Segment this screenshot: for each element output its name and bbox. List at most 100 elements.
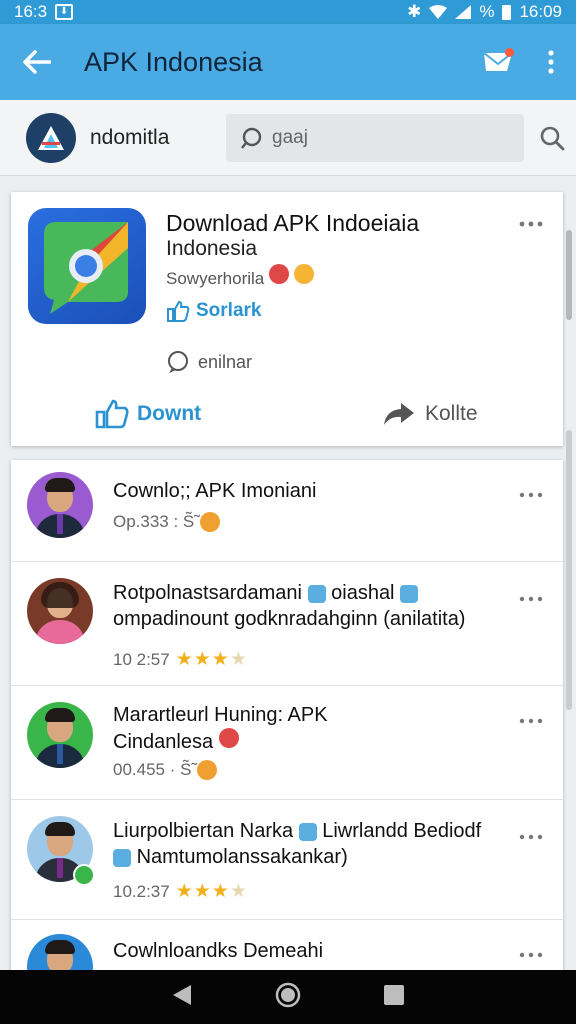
overflow-menu-button[interactable] (526, 24, 576, 100)
item-meta-text: 10 2:57 (113, 649, 170, 669)
online-badge (73, 864, 95, 886)
share-arrow-icon (384, 403, 414, 425)
list-item[interactable]: Rotpolnastsardamani oiashal ompadinount … (11, 562, 563, 686)
logo-a-icon (38, 125, 64, 150)
status-bar: 16:3 ⬇ ✱ % 16:09 (0, 0, 576, 24)
avatar (27, 578, 93, 644)
app-badge-icon (307, 584, 326, 603)
back-button[interactable] (0, 24, 74, 100)
item-title-extra: oiashal (331, 582, 395, 604)
signal-icon (455, 5, 472, 19)
bluetooth-icon: ✱ (407, 2, 422, 21)
featured-title: Download APK Indoeiaia Indonesia (166, 210, 506, 262)
item-title: Liurpolbiertan Narka Liwrlandd Bediodf N… (113, 818, 533, 870)
featured-actions: Downt Kollte (11, 388, 563, 440)
scroll-track (566, 430, 572, 710)
app-icon[interactable] (28, 208, 146, 324)
item-title-extra: Liwrlandd Bediodf (322, 820, 482, 842)
comment-label: enilnar (198, 351, 253, 372)
item-more-button[interactable] (519, 708, 543, 729)
search-button[interactable] (538, 124, 566, 152)
item-meta-text: 00.455 · S̃̃ (113, 760, 192, 779)
item-meta: Op.333 : S̃̃ (113, 512, 221, 532)
app-badge-icon (400, 584, 419, 603)
like-label: Sorlark (196, 300, 262, 321)
comment-icon (168, 351, 188, 373)
item-meta-text: 10.2:37 (113, 881, 170, 901)
battery-percent: % (479, 2, 495, 21)
scroll-thumb[interactable] (566, 230, 572, 320)
search-query: gaaj (272, 126, 308, 148)
comment-button[interactable]: enilnar (166, 350, 252, 374)
featured-more-button[interactable] (519, 210, 543, 233)
featured-title-line1: Download APK Indoeiaia (166, 210, 420, 236)
app-badge-icon (113, 848, 131, 867)
emoji-icon (200, 512, 221, 532)
more-horiz-icon (519, 492, 543, 498)
verified-icon (218, 728, 239, 748)
download-button[interactable]: Downt (95, 399, 201, 429)
featured-subtitle-text: Sowyerhorila (166, 269, 265, 288)
item-more-button[interactable] (519, 942, 543, 963)
download-label: Downt (137, 402, 202, 425)
app-badge-icon (298, 822, 317, 841)
thumbs-up-outline-icon (95, 399, 129, 429)
item-title: Cownlo;; APK Imoniani (113, 478, 513, 504)
scrollbar[interactable] (566, 210, 572, 710)
search-row: ndomitla gaaj (0, 100, 576, 176)
item-title-main: Rotpolnastsardamani (113, 582, 302, 604)
emoji-smile-icon (293, 264, 314, 284)
avatar (27, 702, 93, 768)
share-button[interactable]: Kollte (383, 402, 478, 426)
more-vert-icon (548, 50, 554, 74)
item-more-button[interactable] (519, 482, 543, 503)
item-title-main: Liurpolbiertan Narka (113, 820, 294, 842)
item-title-line2: Namtumolanssakankar) (113, 844, 533, 870)
avatar (27, 472, 93, 538)
item-meta-text: Op.333 : S̃̃ (113, 512, 195, 531)
wifi-icon (429, 5, 448, 19)
nav-home-button[interactable] (275, 982, 301, 1013)
mail-button[interactable] (470, 24, 526, 100)
thumbs-up-icon (167, 300, 190, 322)
more-horiz-icon (519, 596, 543, 602)
list-item[interactable]: Liurpolbiertan Narka Liwrlandd Bediodf N… (11, 800, 563, 920)
search-input[interactable]: gaaj (226, 113, 524, 162)
item-title: Marartleurl Huning: APK Cindanlesa (113, 702, 513, 755)
item-title-line2: Cindanlesa (113, 728, 513, 755)
status-time-right: 16:09 (519, 2, 562, 21)
site-name: ndomitla (90, 125, 170, 149)
battery-icon (502, 4, 512, 20)
share-label: Kollte (425, 402, 478, 425)
item-meta: 00.455 · S̃̃ (113, 760, 218, 780)
more-horiz-icon (519, 952, 543, 958)
emoji-icon (269, 264, 289, 284)
notification-icon: ⬇ (55, 4, 74, 20)
rating-stars: ★★★★ (175, 649, 248, 670)
page-title: APK Indonesia (84, 46, 263, 77)
status-time-left: 16:3 (14, 2, 48, 21)
nav-recents-button[interactable] (383, 984, 405, 1011)
item-more-button[interactable] (519, 824, 543, 845)
item-title: Rotpolnastsardamani oiashal ompadinount … (113, 580, 533, 632)
item-meta: 10 2:57 ★★★★ (113, 648, 248, 671)
post-list: Cownlo;; APK Imoniani Op.333 : S̃̃ Rotpo… (11, 460, 563, 980)
circle-home-icon (275, 982, 301, 1007)
more-horiz-icon (519, 834, 543, 840)
item-meta: 10.2:37 ★★★★ (113, 880, 248, 903)
like-button[interactable]: Sorlark (166, 300, 261, 322)
system-nav-bar (0, 970, 576, 1024)
more-horiz-icon (519, 718, 543, 724)
list-item[interactable]: Cownlo;; APK Imoniani Op.333 : S̃̃ (11, 460, 563, 562)
item-title: Cowlnloandks Demeahi (113, 938, 513, 964)
site-logo[interactable] (26, 112, 76, 163)
list-item[interactable]: Marartleurl Huning: APK Cindanlesa 00.45… (11, 686, 563, 800)
item-more-button[interactable] (519, 586, 543, 607)
featured-subtitle: Sowyerhorila (166, 264, 314, 289)
rating-stars: ★★★★ (175, 881, 248, 902)
nav-back-button[interactable] (171, 983, 193, 1012)
featured-app-card[interactable]: Download APK Indoeiaia Indonesia Sowyerh… (11, 192, 563, 446)
item-title-line1: Marartleurl Huning: APK (113, 704, 328, 726)
search-field-icon (241, 127, 262, 149)
back-arrow-icon (23, 50, 51, 74)
